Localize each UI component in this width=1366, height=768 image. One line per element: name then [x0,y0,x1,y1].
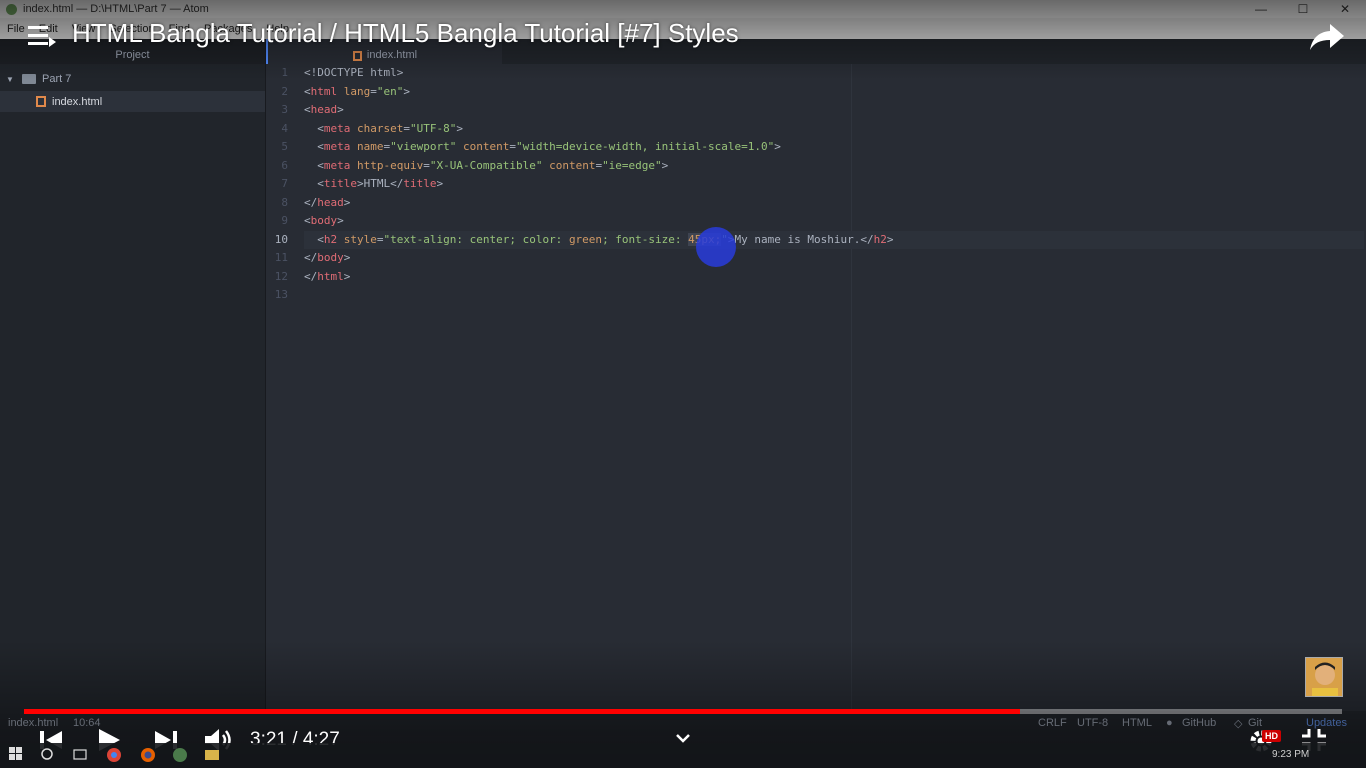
code-line[interactable] [304,286,1364,305]
line-number: 7 [281,177,288,190]
status-github[interactable]: GitHub [1182,717,1216,729]
menu-file[interactable]: File [0,23,32,35]
code-line[interactable]: <meta charset="UTF-8"> [304,120,1364,139]
code-area[interactable]: <!DOCTYPE html> <html lang="en"> <head> … [304,64,1364,305]
maximize-button[interactable]: ☐ [1282,0,1324,18]
html-file-icon [36,96,46,107]
taskbar [0,743,1366,768]
close-button[interactable]: ✕ [1324,0,1366,18]
window-title: index.html — D:\HTML\Part 7 — Atom [23,3,209,15]
minimize-button[interactable]: — [1240,0,1282,18]
editor-pane[interactable]: index.html 1 2 3 4 5 6 7 8 9 10 11 12 13… [266,39,1366,711]
screen: index.html — D:\HTML\Part 7 — Atom — ☐ ✕… [0,0,1366,768]
chevron-down-icon: ▼ [6,74,14,84]
line-number: 11 [274,251,288,264]
window-titlebar: index.html — D:\HTML\Part 7 — Atom — ☐ ✕ [0,0,1366,18]
code-line[interactable]: <meta name="viewport" content="width=dev… [304,138,1364,157]
progress-bar[interactable] [24,709,1342,714]
firefox-icon[interactable] [140,747,156,764]
github-icon: ● [1166,717,1173,729]
status-line-ending[interactable]: CRLF [1038,717,1067,729]
line-number: 3 [281,103,288,116]
code-line[interactable]: <meta http-equiv="X-UA-Compatible" conte… [304,157,1364,176]
code-line[interactable]: </body> [304,249,1364,268]
line-number: 6 [281,158,288,172]
window-controls: — ☐ ✕ [1240,0,1366,18]
playlist-icon[interactable] [28,24,56,48]
search-icon[interactable] [40,747,54,764]
atom-app-icon [6,3,17,15]
line-number-active: 10 [274,232,288,246]
tree-file-label: index.html [52,95,103,108]
code-line[interactable]: </head> [304,194,1364,213]
video-title[interactable]: HTML Bangla Tutorial / HTML5 Bangla Tuto… [72,18,739,49]
atom-taskbar-icon[interactable] [172,747,188,764]
mouse-cursor-highlight [696,227,736,267]
line-number: 4 [281,121,288,135]
html-file-icon [352,51,362,61]
line-number: 2 [281,84,288,98]
share-icon[interactable] [1310,20,1346,52]
code-line[interactable]: <html lang="en"> [304,83,1364,102]
code-line[interactable]: <!DOCTYPE html> [304,64,1364,83]
code-line[interactable]: <title>HTML</title> [304,175,1364,194]
tree-root-label: Part 7 [42,73,72,85]
chrome-icon[interactable] [106,747,122,764]
line-number: 9 [281,214,288,227]
channel-avatar[interactable] [1305,657,1343,697]
line-number: 8 [281,195,288,209]
taskbar-clock: 9:23 PM [1272,749,1310,760]
tab-label: index.html [366,49,418,61]
line-number-gutter: 1 2 3 4 5 6 7 8 9 10 11 12 13 [266,64,298,711]
status-encoding[interactable]: UTF-8 [1077,717,1108,729]
progress-played [24,709,1021,714]
status-grammar[interactable]: HTML [1122,717,1152,729]
hd-badge: HD [1262,730,1281,742]
line-number: 5 [281,140,288,153]
tree-root-folder[interactable]: ▼ Part 7 [0,67,265,91]
code-line[interactable]: </html> [304,268,1364,287]
task-view-icon[interactable] [72,747,88,764]
tree-file-index[interactable]: index.html [0,91,265,112]
file-explorer-icon[interactable] [204,747,220,764]
code-line[interactable]: <body> [304,212,1364,231]
status-file[interactable]: index.html [8,717,58,729]
code-line-active[interactable]: <h2 style="text-align: center; color: gr… [304,230,1364,249]
windows-start-icon[interactable] [9,747,23,764]
code-line[interactable]: <head> [304,101,1364,120]
line-number: 12 [274,269,288,283]
tree-view: Project ▼ Part 7 index.html [0,39,266,711]
git-icon: ◇ [1234,718,1243,730]
line-number: 1 [281,66,288,79]
folder-icon [22,74,36,84]
line-number: 13 [274,288,288,301]
